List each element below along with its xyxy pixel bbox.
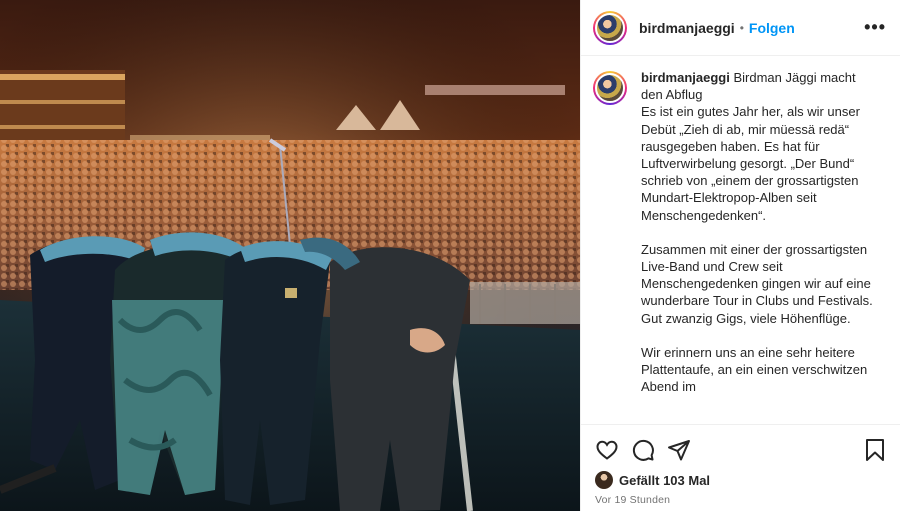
more-icon[interactable]: ••• bbox=[864, 17, 886, 38]
caption-paragraph-1: Es ist ein gutes Jahr her, als wir unser… bbox=[641, 104, 860, 223]
actions-bar: Gefällt 103 Mal Vor 19 Stunden bbox=[581, 424, 900, 511]
follow-button[interactable]: Folgen bbox=[749, 20, 795, 36]
post-header: birdmanjaeggi • Folgen ••• bbox=[581, 0, 900, 56]
bookmark-icon[interactable] bbox=[864, 438, 886, 462]
separator-dot: • bbox=[739, 20, 744, 35]
liker-avatar bbox=[595, 471, 613, 489]
likes-row[interactable]: Gefällt 103 Mal bbox=[595, 471, 886, 489]
avatar[interactable] bbox=[593, 10, 627, 45]
username-link[interactable]: birdmanjaeggi bbox=[639, 20, 735, 36]
share-icon[interactable] bbox=[667, 438, 691, 462]
caption-section: birdmanjaeggi Birdman Jäggi macht den Ab… bbox=[581, 57, 900, 424]
caption-paragraph-3: Wir erinnern uns an eine sehr heitere Pl… bbox=[641, 344, 868, 395]
caption-text: birdmanjaeggi Birdman Jäggi macht den Ab… bbox=[641, 69, 877, 424]
heart-icon[interactable] bbox=[595, 438, 619, 462]
concert-photo bbox=[0, 0, 580, 511]
post-timestamp: Vor 19 Stunden bbox=[595, 494, 671, 506]
caption-avatar[interactable] bbox=[593, 71, 627, 105]
post-photo[interactable] bbox=[0, 0, 580, 511]
comment-icon[interactable] bbox=[631, 438, 655, 462]
caption-paragraph-2: Zusammen mit einer der grossartigsten Li… bbox=[641, 241, 873, 326]
caption-username[interactable]: birdmanjaeggi bbox=[641, 70, 730, 85]
likes-count[interactable]: Gefällt 103 Mal bbox=[619, 473, 710, 488]
post-side-panel: birdmanjaeggi • Folgen ••• birdmanjaeggi… bbox=[580, 0, 900, 511]
